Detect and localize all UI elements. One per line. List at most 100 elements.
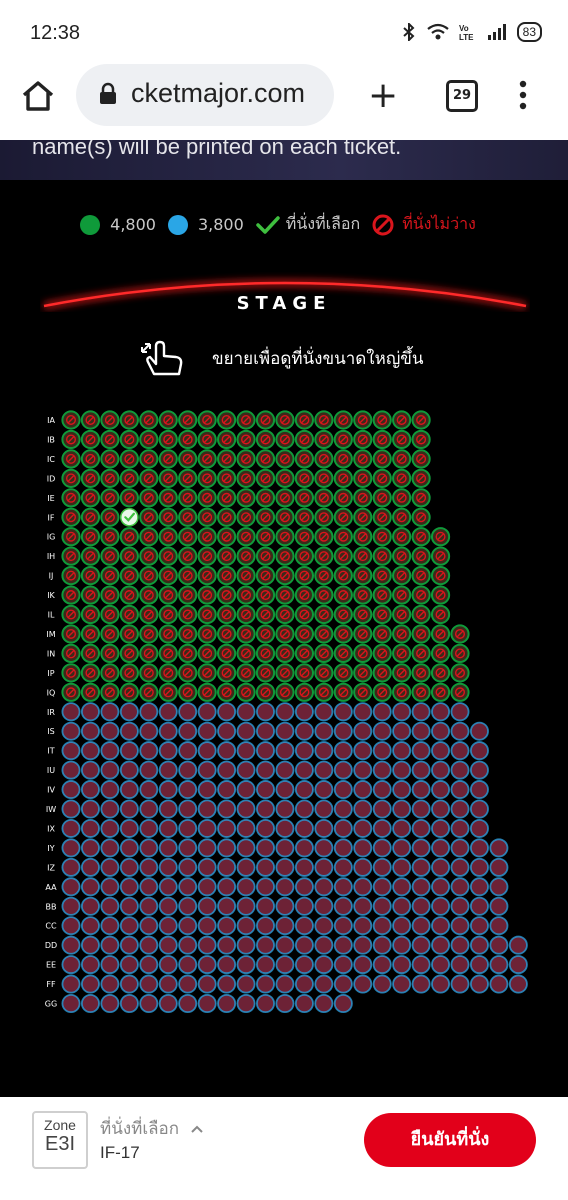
seat-unavailable[interactable] (333, 429, 353, 450)
seat-unavailable[interactable] (197, 818, 217, 838)
seat-unavailable[interactable] (80, 429, 101, 450)
seat-unavailable[interactable] (255, 955, 275, 975)
seat-unavailable[interactable] (139, 566, 159, 586)
seat-unavailable[interactable] (217, 663, 237, 683)
seat-unavailable[interactable] (119, 780, 139, 800)
seat-unavailable[interactable] (275, 994, 295, 1014)
seat-unavailable[interactable] (255, 507, 276, 527)
seat-unavailable[interactable] (80, 702, 100, 722)
seat-unavailable[interactable] (119, 741, 139, 761)
seat-unavailable[interactable] (197, 702, 217, 722)
seat-unavailable[interactable] (333, 935, 353, 955)
seat-unavailable[interactable] (80, 974, 100, 994)
seat-unavailable[interactable] (236, 604, 256, 625)
seat-unavailable[interactable] (353, 410, 373, 430)
seat-unavailable[interactable] (80, 741, 100, 761)
seat-unavailable[interactable] (255, 838, 275, 858)
seat-unavailable[interactable] (431, 877, 451, 897)
seat-unavailable[interactable] (353, 663, 373, 683)
seat-unavailable[interactable] (314, 643, 334, 664)
seat-unavailable[interactable] (158, 702, 178, 722)
seat-unavailable[interactable] (372, 818, 392, 838)
seat-unavailable[interactable] (333, 507, 353, 527)
seat-unavailable[interactable] (392, 760, 412, 780)
seat-unavailable[interactable] (236, 468, 256, 488)
seat-unavailable[interactable] (411, 546, 431, 566)
seat-unavailable[interactable] (197, 741, 217, 761)
seat-unavailable[interactable] (255, 488, 276, 508)
seat-unavailable[interactable] (217, 838, 237, 858)
seat-unavailable[interactable] (333, 799, 353, 819)
seat-unavailable[interactable] (119, 702, 139, 722)
seat-unavailable[interactable] (489, 838, 509, 858)
seat-unavailable[interactable] (255, 604, 276, 625)
seat-unavailable[interactable] (61, 507, 81, 527)
seat-unavailable[interactable] (294, 410, 314, 430)
seat-unavailable[interactable] (197, 799, 217, 819)
seat-unavailable[interactable] (217, 449, 237, 469)
seat-unavailable[interactable] (275, 449, 295, 469)
seat-unavailable[interactable] (314, 488, 334, 508)
seat-unavailable[interactable] (236, 955, 256, 975)
seat-unavailable[interactable] (197, 682, 217, 702)
seat-unavailable[interactable] (314, 838, 334, 858)
seat-unavailable[interactable] (61, 488, 81, 508)
seat-unavailable[interactable] (353, 585, 373, 605)
seat-unavailable[interactable] (333, 604, 353, 625)
seat-unavailable[interactable] (294, 429, 314, 450)
seat-unavailable[interactable] (411, 780, 431, 800)
seat-unavailable[interactable] (275, 527, 295, 547)
seat-unavailable[interactable] (392, 974, 412, 994)
seat-unavailable[interactable] (353, 488, 373, 508)
seat-unavailable[interactable] (430, 527, 451, 547)
seat-unavailable[interactable] (353, 857, 373, 877)
seat-unavailable[interactable] (217, 780, 237, 800)
seat-unavailable[interactable] (294, 624, 314, 644)
seat-unavailable[interactable] (294, 974, 314, 994)
seat-unavailable[interactable] (217, 643, 237, 664)
seat-unavailable[interactable] (450, 877, 470, 897)
seat-unavailable[interactable] (119, 585, 139, 605)
seat-unavailable[interactable] (80, 604, 101, 625)
seat-unavailable[interactable] (333, 760, 353, 780)
seat-unavailable[interactable] (217, 546, 237, 566)
seat-unavailable[interactable] (294, 877, 314, 897)
seat-unavailable[interactable] (372, 974, 392, 994)
seat-unavailable[interactable] (333, 682, 353, 702)
seat-unavailable[interactable] (450, 838, 470, 858)
seat-unavailable[interactable] (255, 624, 276, 644)
seat-unavailable[interactable] (100, 429, 120, 450)
seat-unavailable[interactable] (61, 818, 81, 838)
seat-unavailable[interactable] (392, 604, 412, 625)
seat-unavailable[interactable] (430, 566, 451, 586)
seat-unavailable[interactable] (100, 624, 120, 644)
seat-unavailable[interactable] (353, 741, 373, 761)
seat-unavailable[interactable] (80, 682, 101, 702)
seat-unavailable[interactable] (275, 935, 295, 955)
seat-unavailable[interactable] (411, 566, 431, 586)
seat-unavailable[interactable] (197, 974, 217, 994)
seat-unavailable[interactable] (431, 896, 451, 916)
seat-unavailable[interactable] (392, 527, 412, 547)
seat-unavailable[interactable] (158, 838, 178, 858)
seat-unavailable[interactable] (100, 955, 120, 975)
seat-unavailable[interactable] (80, 527, 101, 547)
seat-unavailable[interactable] (314, 546, 334, 566)
seat-unavailable[interactable] (139, 916, 159, 936)
seat-unavailable[interactable] (158, 780, 178, 800)
seat-unavailable[interactable] (80, 624, 101, 644)
seat-unavailable[interactable] (372, 877, 392, 897)
seat-unavailable[interactable] (275, 429, 295, 450)
seat-unavailable[interactable] (197, 760, 217, 780)
seat-unavailable[interactable] (119, 935, 139, 955)
seat-unavailable[interactable] (119, 468, 139, 488)
seat-unavailable[interactable] (217, 955, 237, 975)
seat-unavailable[interactable] (158, 566, 178, 586)
seat-unavailable[interactable] (61, 974, 81, 994)
seat-unavailable[interactable] (469, 896, 489, 916)
seat-unavailable[interactable] (80, 799, 100, 819)
seat-unavailable[interactable] (314, 857, 334, 877)
seat-unavailable[interactable] (255, 818, 275, 838)
seat-unavailable[interactable] (178, 741, 198, 761)
seat-unavailable[interactable] (314, 955, 334, 975)
